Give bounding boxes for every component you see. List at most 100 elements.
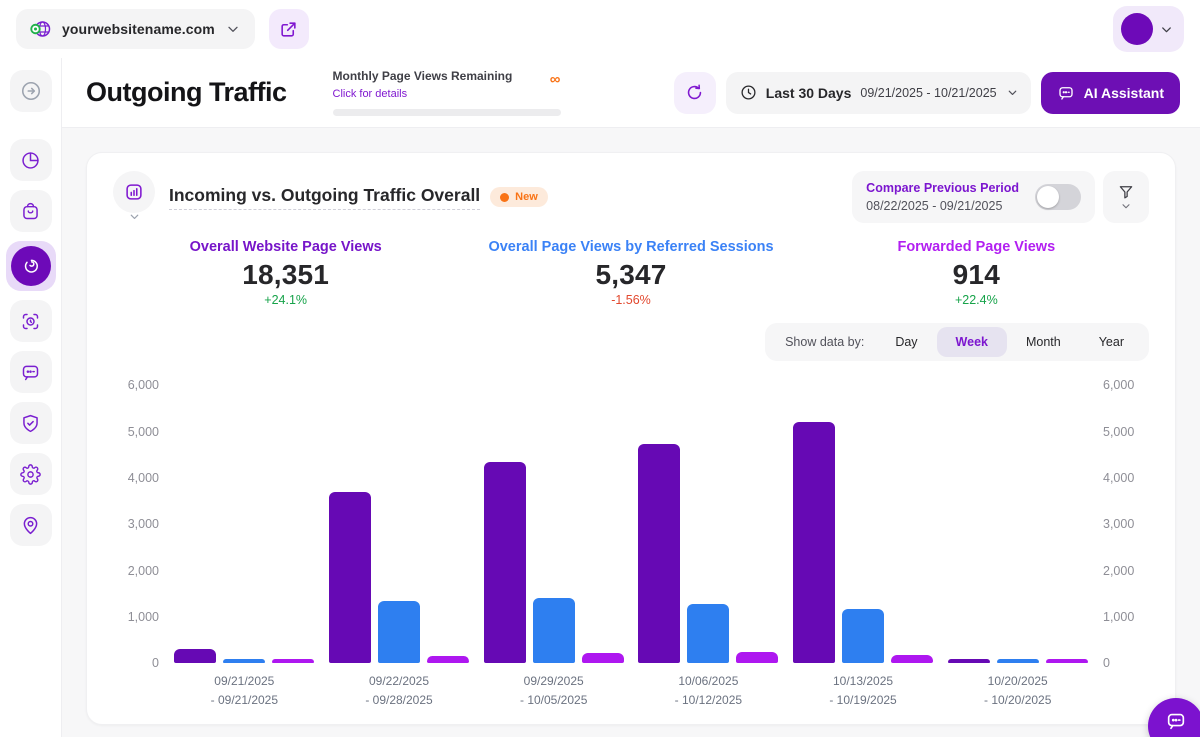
shopping-bag-icon bbox=[20, 201, 41, 222]
content-area: Incoming vs. Outgoing Traffic Overall Ne… bbox=[62, 128, 1200, 737]
granularity-option-day[interactable]: Day bbox=[876, 327, 936, 357]
traffic-overview-card: Incoming vs. Outgoing Traffic Overall Ne… bbox=[86, 152, 1176, 725]
chat-bubble-icon bbox=[1057, 84, 1075, 102]
filter-button[interactable] bbox=[1103, 171, 1149, 223]
chart-bar[interactable] bbox=[736, 652, 778, 663]
sidebar-item-messages[interactable] bbox=[10, 351, 52, 393]
bar-chart-icon bbox=[113, 171, 155, 213]
chart-bar[interactable] bbox=[174, 649, 216, 663]
granularity-switcher: Show data by: DayWeekMonthYear bbox=[765, 323, 1149, 361]
sidebar-item-outgoing-traffic[interactable] bbox=[6, 241, 56, 291]
chart-bar[interactable] bbox=[378, 601, 420, 663]
y-axis-tick: 2,000 bbox=[1103, 564, 1134, 578]
chart-bar[interactable] bbox=[427, 656, 469, 663]
chart-bar[interactable] bbox=[948, 659, 990, 663]
x-axis-label: 09/21/2025- 09/21/2025 bbox=[167, 672, 322, 709]
bar-group bbox=[940, 385, 1095, 663]
page-title: Outgoing Traffic bbox=[86, 77, 287, 108]
bar-group bbox=[476, 385, 631, 663]
granularity-option-week[interactable]: Week bbox=[937, 327, 1007, 357]
orange-dot-icon bbox=[500, 193, 509, 202]
y-axis-tick: 5,000 bbox=[128, 425, 159, 439]
chart-bar[interactable] bbox=[997, 659, 1039, 663]
bar-group bbox=[167, 385, 322, 663]
open-website-button[interactable] bbox=[269, 9, 309, 49]
y-axis-tick: 0 bbox=[152, 656, 159, 670]
website-selector[interactable]: yourwebsitename.com bbox=[16, 9, 255, 49]
x-axis: 09/21/2025- 09/21/202509/22/2025- 09/28/… bbox=[167, 672, 1095, 709]
collapse-sidebar-icon bbox=[20, 80, 42, 102]
chat-bubble-icon bbox=[20, 362, 41, 383]
bar-group bbox=[631, 385, 786, 663]
new-badge: New bbox=[490, 187, 548, 207]
avatar bbox=[1121, 13, 1153, 45]
collapse-sidebar-button[interactable] bbox=[10, 70, 52, 112]
ai-assistant-button[interactable]: AI Assistant bbox=[1041, 72, 1180, 114]
sidebar-item-settings[interactable] bbox=[10, 453, 52, 495]
chevron-down-icon bbox=[225, 21, 241, 37]
date-range-value: 09/21/2025 - 10/21/2025 bbox=[860, 86, 996, 100]
chart-bar[interactable] bbox=[272, 659, 314, 663]
website-domain: yourwebsitename.com bbox=[62, 21, 215, 37]
sidebar-item-store[interactable] bbox=[10, 190, 52, 232]
sidebar-item-dashboard[interactable] bbox=[10, 139, 52, 181]
funnel-icon bbox=[1117, 183, 1135, 201]
y-axis-tick: 6,000 bbox=[128, 378, 159, 392]
x-axis-label: 09/29/2025- 10/05/2025 bbox=[476, 672, 631, 709]
y-axis-tick: 2,000 bbox=[128, 564, 159, 578]
sidebar-item-locations[interactable] bbox=[10, 504, 52, 546]
y-axis-tick: 0 bbox=[1103, 656, 1110, 670]
infinity-icon: ∞ bbox=[550, 72, 561, 87]
granularity-option-month[interactable]: Month bbox=[1007, 327, 1080, 357]
x-axis-label: 10/13/2025- 10/19/2025 bbox=[786, 672, 941, 709]
chart-bar[interactable] bbox=[223, 659, 265, 663]
chart-bar[interactable] bbox=[582, 653, 624, 663]
chart-bar[interactable] bbox=[1046, 659, 1088, 663]
chart-bar[interactable] bbox=[793, 422, 835, 663]
granularity-option-year[interactable]: Year bbox=[1080, 327, 1143, 357]
compare-range: 08/22/2025 - 09/21/2025 bbox=[866, 197, 1019, 215]
y-axis-tick: 5,000 bbox=[1103, 425, 1134, 439]
settings-gear-icon bbox=[20, 464, 41, 485]
chevron-down-icon bbox=[1120, 200, 1132, 212]
quota-details-link[interactable]: Click for details bbox=[333, 88, 408, 100]
y-axis-right: 01,0002,0003,0004,0005,0006,000 bbox=[1095, 385, 1149, 663]
y-axis-tick: 1,000 bbox=[128, 610, 159, 624]
y-axis-left: 01,0002,0003,0004,0005,0006,000 bbox=[113, 385, 167, 663]
sidebar-item-sessions[interactable] bbox=[10, 300, 52, 342]
chevron-down-icon bbox=[128, 210, 141, 223]
quota-widget: Monthly Page Views Remaining Click for d… bbox=[333, 69, 561, 116]
compare-toggle[interactable] bbox=[1035, 184, 1081, 210]
refresh-button[interactable] bbox=[674, 72, 716, 114]
card-type-selector[interactable] bbox=[113, 171, 155, 223]
traffic-bar-chart: 01,0002,0003,0004,0005,0006,000 09/21/20… bbox=[113, 385, 1149, 714]
card-title: Incoming vs. Outgoing Traffic Overall bbox=[169, 185, 480, 210]
bar-group bbox=[786, 385, 941, 663]
chart-bar[interactable] bbox=[329, 492, 371, 663]
focus-scan-icon bbox=[20, 311, 41, 332]
granularity-label: Show data by: bbox=[771, 327, 876, 357]
ai-assistant-label: AI Assistant bbox=[1084, 85, 1164, 101]
chart-bar[interactable] bbox=[842, 609, 884, 664]
map-pin-icon bbox=[20, 515, 41, 536]
date-preset-label: Last 30 Days bbox=[766, 85, 852, 101]
y-axis-tick: 3,000 bbox=[1103, 517, 1134, 531]
metric-overall-page-views: Overall Website Page Views 18,351 +24.1% bbox=[113, 239, 458, 307]
user-menu[interactable] bbox=[1113, 6, 1184, 52]
chart-bar[interactable] bbox=[484, 462, 526, 664]
chart-bar[interactable] bbox=[891, 655, 933, 664]
toggle-knob bbox=[1037, 186, 1059, 208]
compare-previous-period: Compare Previous Period 08/22/2025 - 09/… bbox=[852, 171, 1095, 223]
metric-forwarded-page-views: Forwarded Page Views 914 +22.4% bbox=[804, 239, 1149, 307]
chart-bar[interactable] bbox=[638, 444, 680, 664]
x-axis-label: 09/22/2025- 09/28/2025 bbox=[322, 672, 477, 709]
shield-check-icon bbox=[20, 413, 41, 434]
quota-label: Monthly Page Views Remaining bbox=[333, 69, 513, 84]
outgoing-traffic-icon bbox=[11, 246, 51, 286]
x-axis-label: 10/06/2025- 10/12/2025 bbox=[631, 672, 786, 709]
sidebar-item-security[interactable] bbox=[10, 402, 52, 444]
plot-area bbox=[167, 385, 1095, 663]
chart-bar[interactable] bbox=[687, 604, 729, 663]
date-range-picker[interactable]: Last 30 Days 09/21/2025 - 10/21/2025 bbox=[726, 72, 1031, 114]
chart-bar[interactable] bbox=[533, 598, 575, 663]
